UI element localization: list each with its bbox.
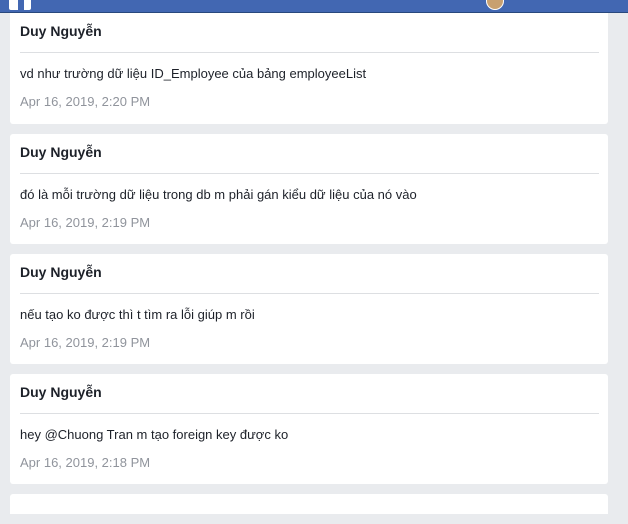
message-feed: Duy Nguyễn vd như trường dữ liệu ID_Empl… [10, 13, 608, 524]
profile-avatar[interactable] [486, 0, 504, 10]
divider [20, 173, 599, 174]
message-card: Duy Nguyễn đó là mỗi trường dữ liệu tron… [10, 134, 608, 244]
message-card: Duy Nguyễn vd như trường dữ liệu ID_Empl… [10, 13, 608, 124]
message-card: Duy Nguyễn hey @Chuong Tran m tạo foreig… [10, 374, 608, 484]
message-text: nếu tạo ko được thì t tìm ra lỗi giúp m … [20, 307, 255, 322]
message-text: hey @Chuong Tran m tạo foreign key được … [20, 427, 289, 442]
author-name[interactable]: Duy Nguyễn [20, 144, 102, 160]
top-navigation-bar [0, 0, 628, 13]
author-name[interactable]: Duy Nguyễn [20, 384, 102, 400]
message-text: vd như trường dữ liệu ID_Employee của bả… [20, 66, 367, 81]
facebook-logo-icon[interactable] [9, 0, 31, 10]
author-name[interactable]: Duy Nguyễn [20, 23, 102, 39]
message-text: đó là mỗi trường dữ liệu trong db m phải… [20, 187, 417, 202]
timestamp[interactable]: Apr 16, 2019, 2:19 PM [20, 335, 150, 350]
author-name[interactable]: Duy Nguyễn [20, 264, 102, 280]
message-card: Duy Nguyễn nếu tạo ko được thì t tìm ra … [10, 254, 608, 364]
timestamp[interactable]: Apr 16, 2019, 2:19 PM [20, 215, 150, 230]
message-card-partial [10, 494, 608, 514]
timestamp[interactable]: Apr 16, 2019, 2:18 PM [20, 455, 150, 470]
divider [20, 52, 599, 53]
timestamp[interactable]: Apr 16, 2019, 2:20 PM [20, 94, 150, 109]
divider [20, 413, 599, 414]
divider [20, 293, 599, 294]
